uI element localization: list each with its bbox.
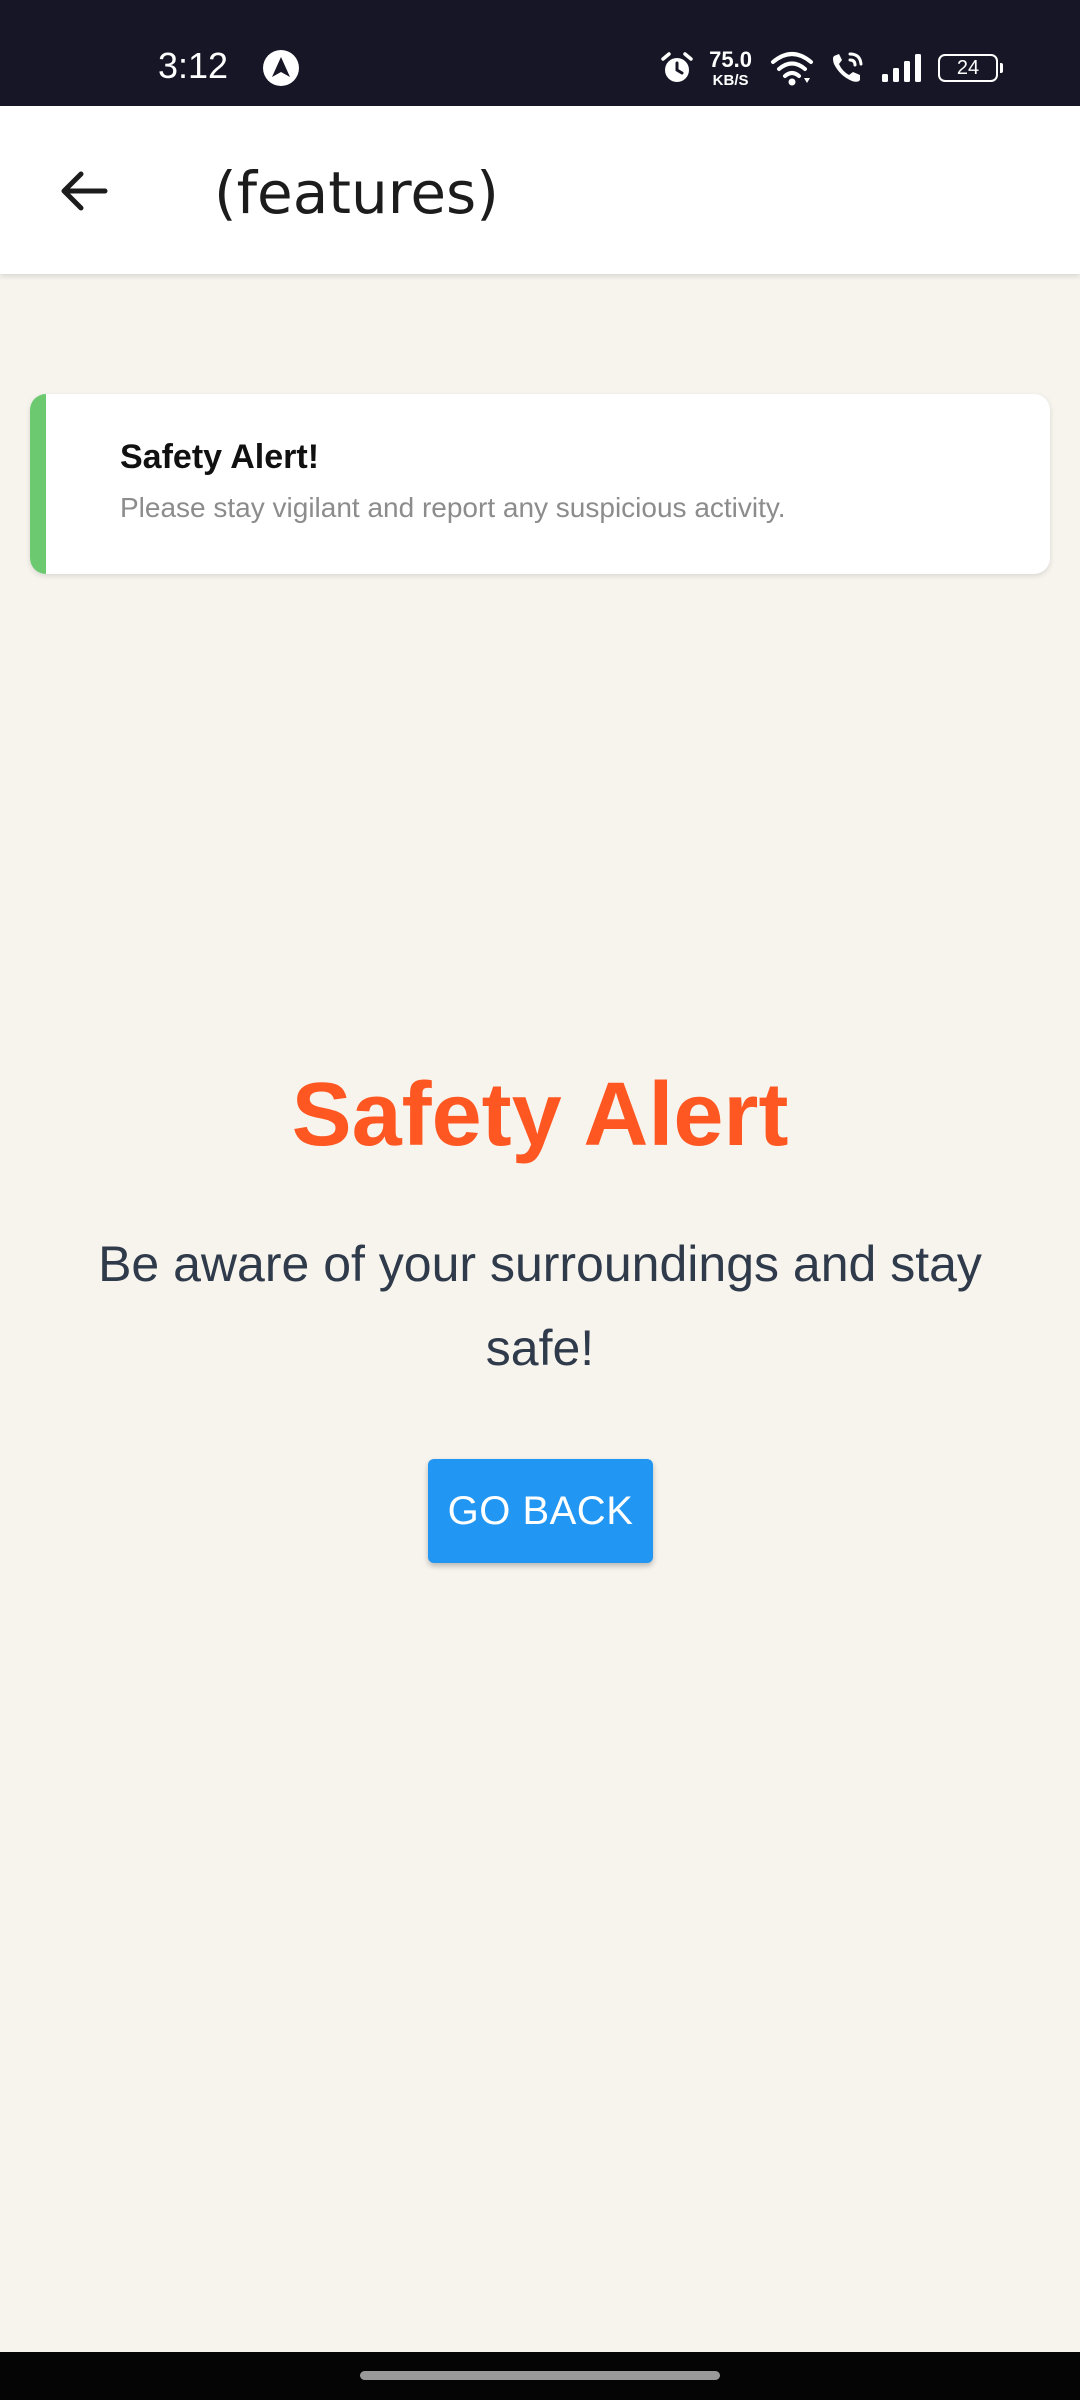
app-bar: (features): [0, 106, 1080, 274]
toast-accent-bar: [30, 394, 46, 574]
toast-message: Please stay vigilant and report any susp…: [120, 492, 786, 523]
status-icons: 75.0 KB/S 24: [659, 46, 1003, 90]
status-time: 3:12: [158, 45, 229, 86]
network-speed: 75.0 KB/S: [709, 46, 752, 89]
toast-title: Safety Alert!: [120, 438, 320, 476]
main-message: Be aware of your surroundings and stay s…: [98, 1236, 982, 1376]
arrow-left-icon: [61, 171, 108, 211]
battery-icon: 24: [938, 54, 1003, 82]
go-back-button[interactable]: GO BACK: [428, 1459, 653, 1563]
back-button[interactable]: [38, 146, 128, 236]
status-bar: 3:12 75.0 KB/S 24: [0, 0, 1080, 106]
gesture-handle[interactable]: [360, 2371, 720, 2380]
battery-level: 24: [956, 57, 980, 79]
nav-arrow-icon: [263, 50, 299, 86]
navigation-bar: [0, 2352, 1080, 2400]
signal-icon: [882, 54, 921, 82]
wifi-icon: [771, 52, 813, 86]
alarm-icon: [661, 52, 693, 82]
wifi-calling-icon: [833, 52, 863, 82]
network-speed-unit: KB/S: [712, 71, 749, 89]
page-title: (features): [214, 159, 499, 227]
safety-alert-toast[interactable]: Safety Alert! Please stay vigilant and r…: [30, 394, 1050, 574]
main-heading: Safety Alert: [291, 1065, 789, 1165]
network-speed-value: 75.0: [709, 46, 752, 72]
